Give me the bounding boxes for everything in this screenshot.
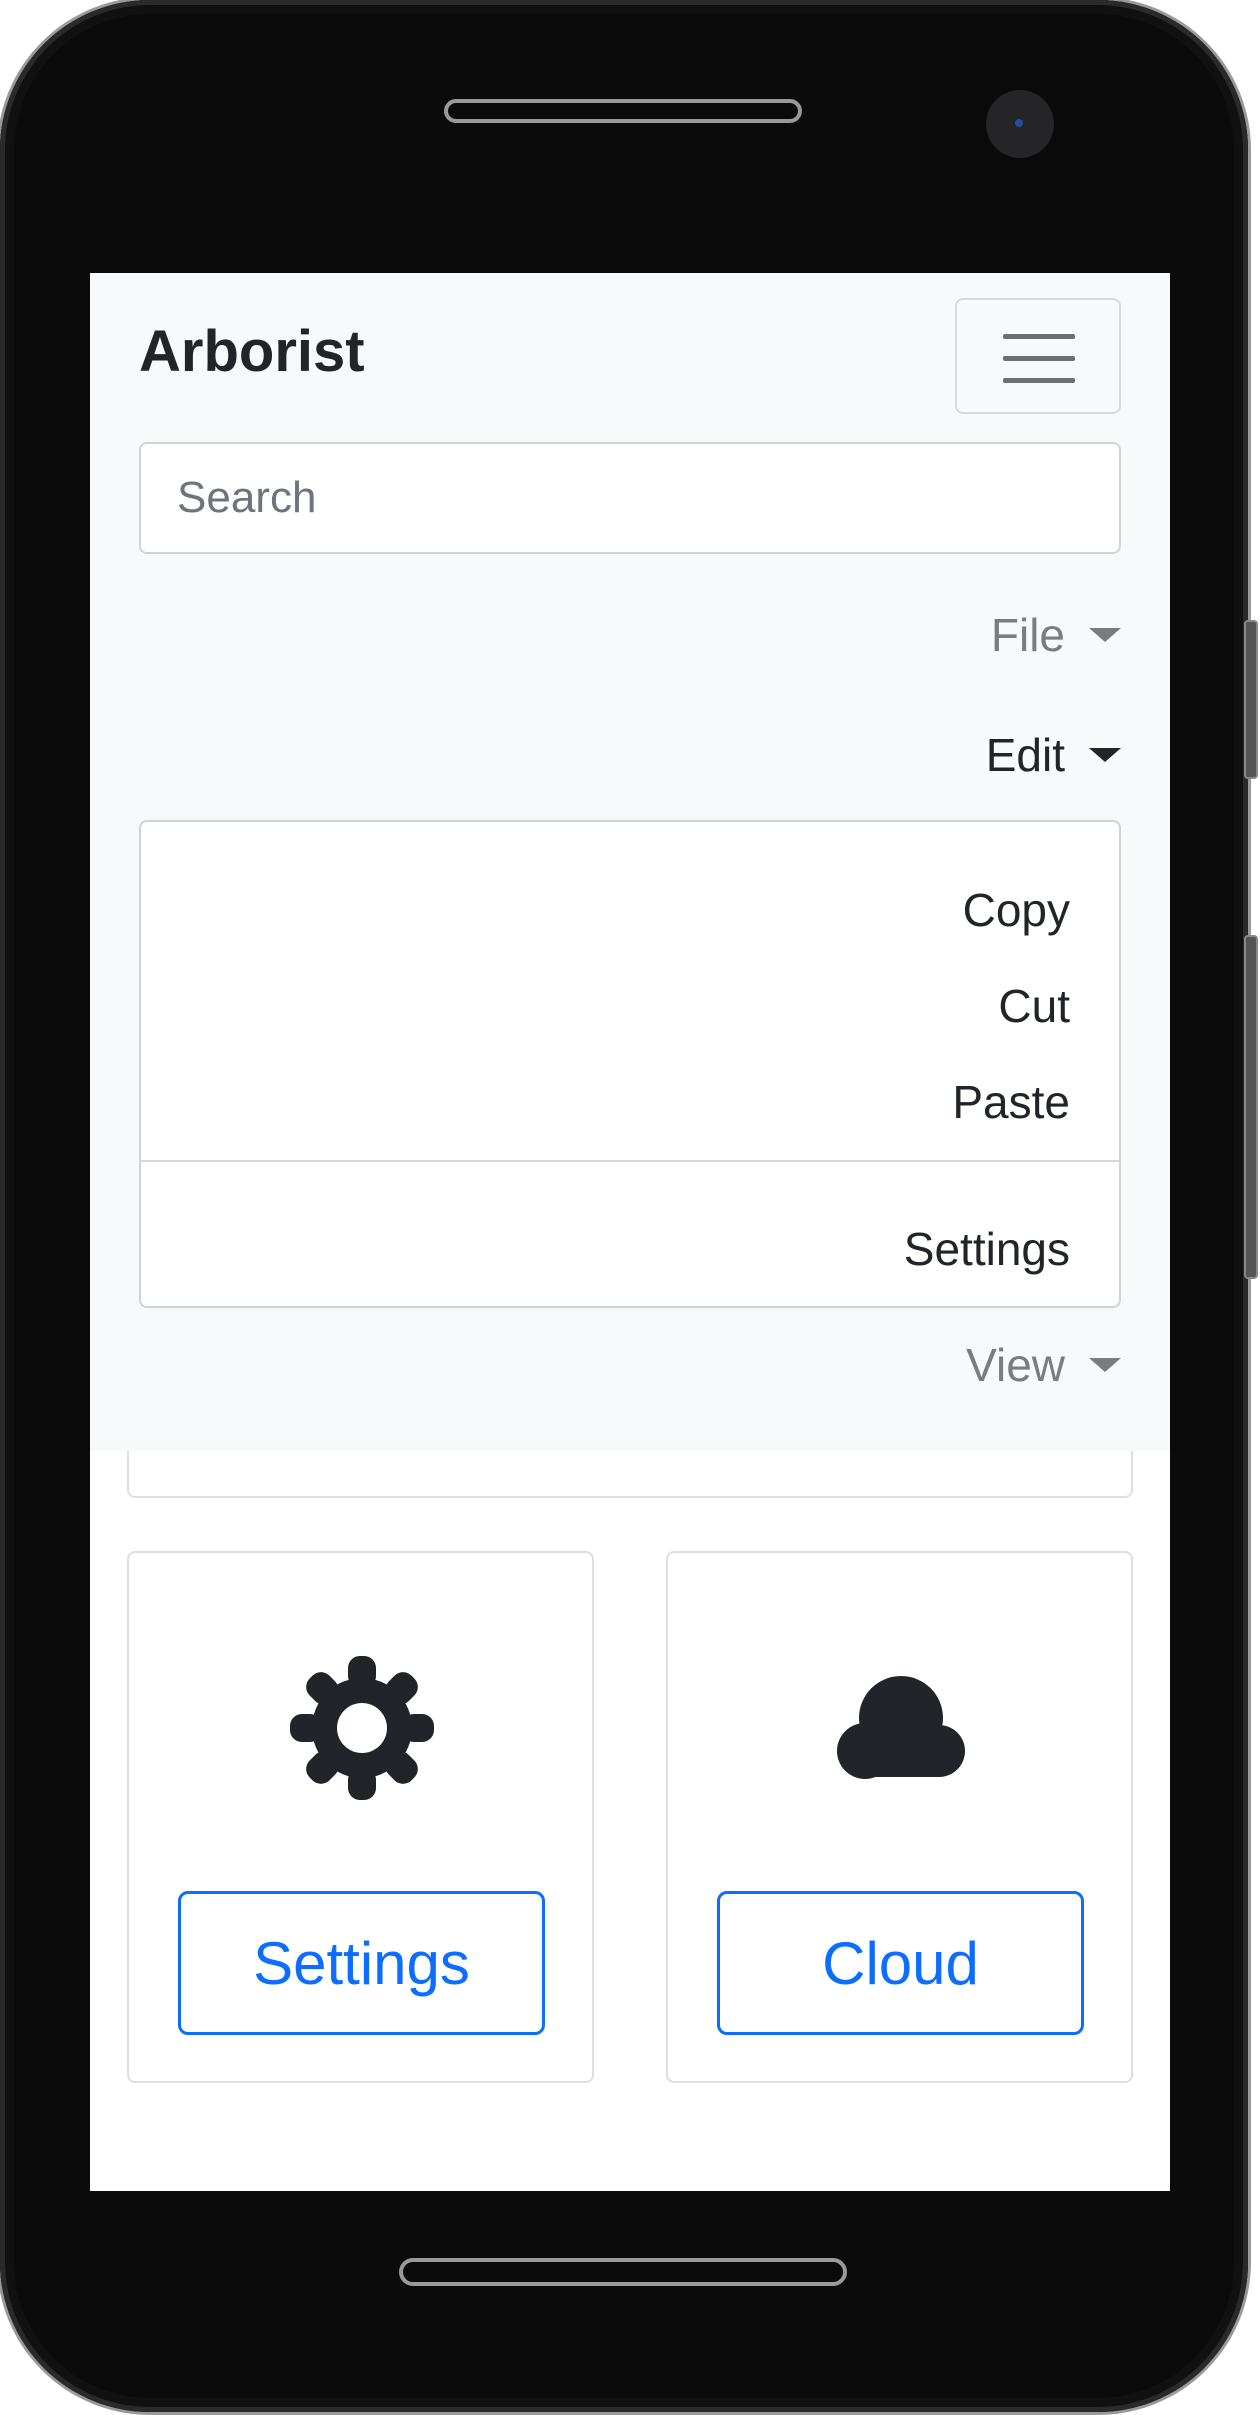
- volume-button[interactable]: [1244, 620, 1258, 779]
- phone-frame: Arborist File Edit Copy Cut Pa: [0, 0, 1248, 2412]
- caret-down-icon: [1089, 748, 1121, 762]
- brand-title[interactable]: Arborist: [139, 323, 365, 381]
- navbar: Arborist File Edit Copy Cut Pa: [90, 273, 1170, 1451]
- menu-edit-label: Edit: [985, 729, 1065, 781]
- edit-dropdown-menu: Copy Cut Paste Settings: [139, 820, 1121, 1308]
- cloud-card: Cloud: [666, 1551, 1133, 2083]
- power-button[interactable]: [1244, 935, 1258, 1279]
- earpiece-speaker: [444, 99, 802, 123]
- menu-edit[interactable]: Edit: [986, 732, 1121, 778]
- gear-icon: [290, 1656, 434, 1800]
- caret-down-icon: [1089, 628, 1121, 642]
- settings-card: Settings: [127, 1551, 594, 2083]
- home-bar[interactable]: [399, 2258, 847, 2286]
- navbar-toggler-button[interactable]: [955, 298, 1121, 414]
- dropdown-item-cut[interactable]: Cut: [998, 983, 1070, 1029]
- dropdown-item-settings[interactable]: Settings: [904, 1226, 1070, 1272]
- menu-file[interactable]: File: [991, 612, 1121, 658]
- settings-button[interactable]: Settings: [178, 1891, 545, 2035]
- menu-view-label: View: [966, 1339, 1065, 1391]
- dropdown-divider: [141, 1160, 1119, 1162]
- menu-file-label: File: [990, 609, 1065, 661]
- search-input[interactable]: [139, 442, 1121, 554]
- front-camera: [986, 90, 1054, 158]
- menu-view[interactable]: View: [966, 1342, 1121, 1388]
- cloud-icon: [837, 1676, 965, 1779]
- cloud-button[interactable]: Cloud: [717, 1891, 1084, 2035]
- screen: Arborist File Edit Copy Cut Pa: [90, 273, 1170, 2191]
- dropdown-item-copy[interactable]: Copy: [963, 887, 1070, 933]
- caret-down-icon: [1089, 1358, 1121, 1372]
- dropdown-item-paste[interactable]: Paste: [952, 1079, 1070, 1125]
